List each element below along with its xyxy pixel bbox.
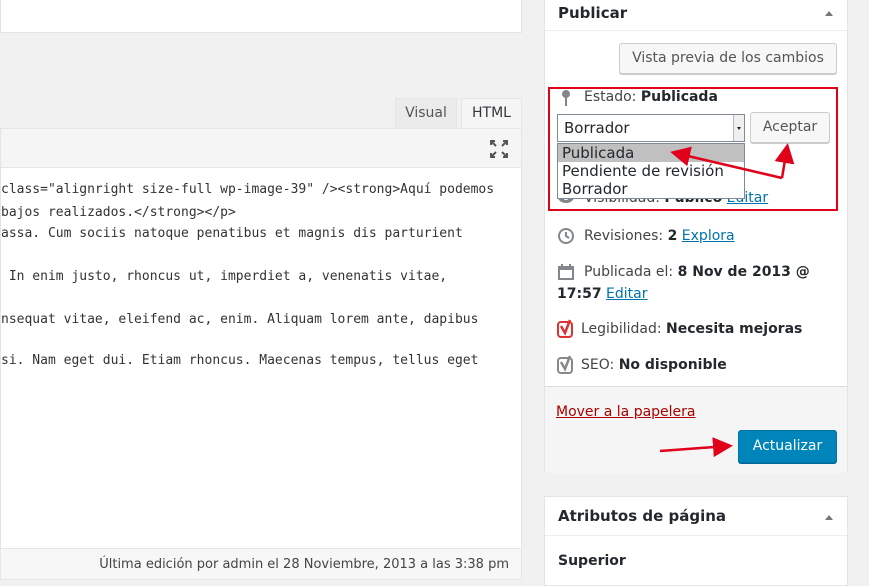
yoast-seo-icon [557, 355, 573, 374]
parent-label: Superior [558, 553, 626, 569]
revisions-count: 2 [667, 228, 678, 244]
calendar-icon [558, 264, 574, 280]
code-line: bajos realizados.</strong></p> [1, 205, 236, 220]
page-attributes-title: Atributos de página [558, 507, 727, 525]
seo-value: No disponible [618, 357, 727, 373]
readability-value: Necesita mejoras [666, 321, 803, 337]
toggle-arrow-icon[interactable] [825, 515, 833, 520]
toggle-arrow-icon[interactable] [825, 11, 833, 16]
code-line: assa. Cum sociis natoque penatibus et ma… [1, 226, 463, 241]
editor-title-area [0, 0, 522, 33]
code-line: nsequat vitae, eleifend ac, enim. Aliqua… [1, 312, 479, 327]
published-edit-link[interactable]: Editar [606, 286, 647, 302]
seo-label: SEO: [581, 357, 615, 373]
tab-html[interactable]: HTML [461, 98, 522, 128]
revisions-label: Revisiones: [584, 228, 664, 244]
code-line: si. Nam eget dui. Etiam rhoncus. Maecena… [1, 353, 479, 368]
editor-toolbar [0, 128, 522, 168]
published-date: 8 Nov de 2013 @ [677, 264, 810, 280]
revisions-icon [558, 228, 574, 244]
revisions-browse-link[interactable]: Explora [682, 228, 735, 244]
last-edit-status: Última edición por admin el 28 Noviembre… [0, 548, 522, 580]
code-line: In enim justo, rhoncus ut, imperdiet a, … [1, 269, 448, 284]
tab-visual[interactable]: Visual [395, 98, 457, 128]
readability-label: Legibilidad: [581, 321, 662, 337]
published-time: 17:57 [557, 286, 602, 302]
publish-title: Publicar [558, 4, 628, 22]
html-editor-textarea[interactable]: class="alignright size-full wp-image-39"… [0, 168, 522, 548]
title-divider [545, 535, 847, 536]
annotation-highlight-frame [548, 87, 838, 211]
code-line: class="alignright size-full wp-image-39"… [1, 182, 495, 197]
preview-changes-button[interactable]: Vista previa de los cambios [619, 43, 837, 74]
title-divider [545, 30, 847, 31]
yoast-readability-icon [557, 319, 573, 338]
published-label: Publicada el: [584, 264, 674, 280]
fullscreen-icon[interactable] [488, 138, 510, 160]
move-to-trash-link[interactable]: Mover a la papelera [556, 404, 696, 420]
update-button[interactable]: Actualizar [738, 430, 837, 463]
